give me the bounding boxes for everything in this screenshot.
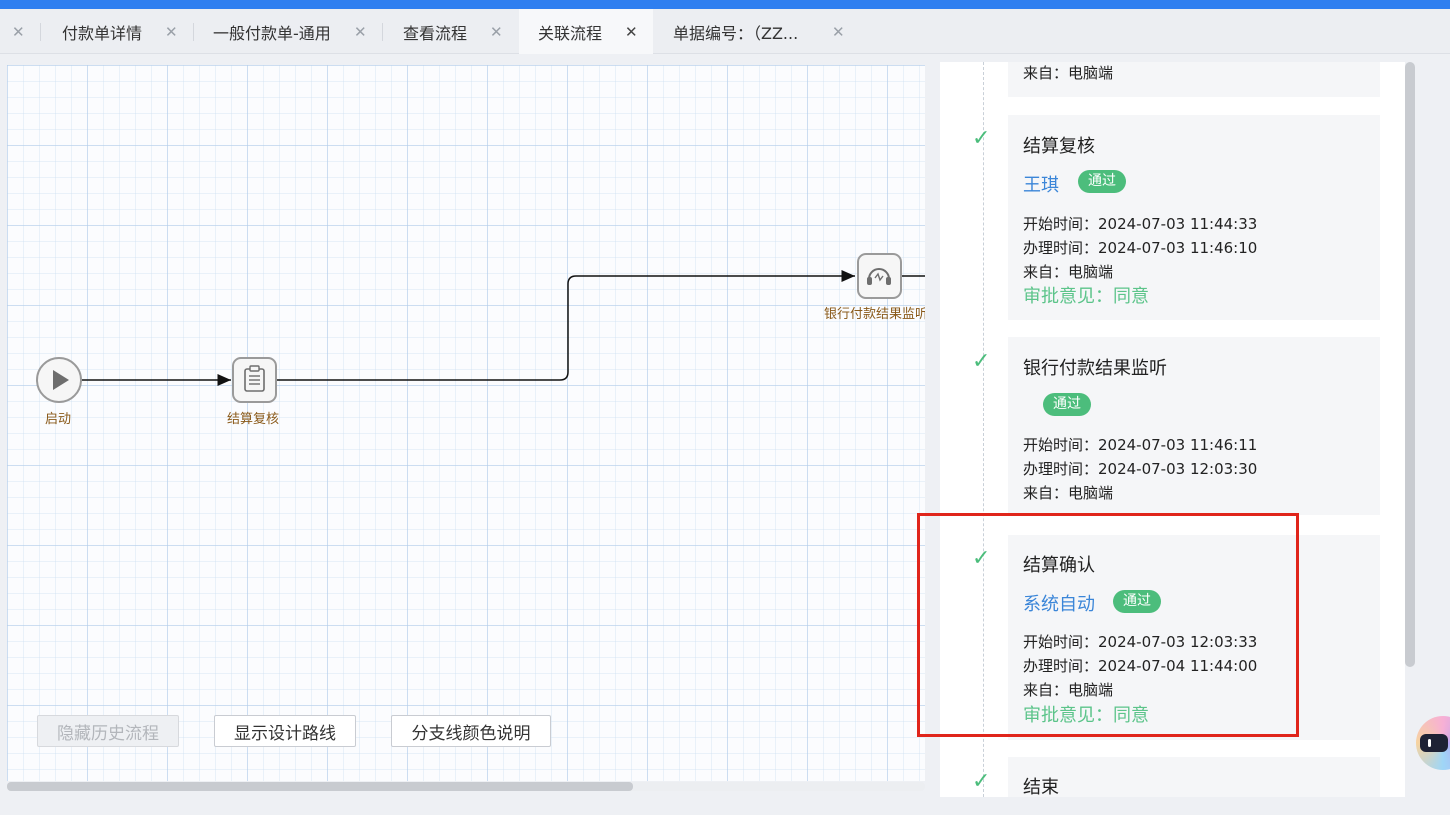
check-icon: ✓ [972, 546, 991, 571]
start-node[interactable] [36, 357, 82, 403]
close-icon[interactable]: ✕ [490, 23, 503, 41]
timeline-card-end: 结束 [1008, 757, 1380, 797]
status-badge: 通过 [1078, 170, 1126, 193]
horizontal-scrollbar[interactable] [7, 782, 925, 791]
card-from: 来自：电脑端 [1023, 263, 1114, 281]
flow-canvas[interactable]: 启动 结算复核 银行付款结果监听 隐藏历史流程 显示设计路线 分支线颜色说明 [7, 65, 925, 781]
assistant-float-button[interactable] [1416, 716, 1450, 770]
tab-separator [382, 23, 383, 41]
tab-separator [40, 23, 41, 41]
close-icon[interactable]: ✕ [12, 23, 25, 41]
card-from: 来自：电脑端 [1023, 681, 1114, 699]
card-from: 来自：电脑端 [1023, 64, 1114, 82]
status-badge: 通过 [1113, 590, 1161, 613]
tab-label: 查看流程 [403, 23, 468, 43]
close-icon[interactable]: ✕ [832, 23, 845, 41]
node-label-start: 启动 [45, 412, 72, 427]
close-icon[interactable]: ✕ [354, 23, 367, 41]
close-icon[interactable]: ✕ [625, 23, 638, 41]
card-user[interactable]: 王琪 [1023, 171, 1059, 197]
check-icon: ✓ [972, 349, 991, 374]
timeline-card-settle-confirm: 结算确认 系统自动 通过 开始时间：2024-07-03 12:03:33 办理… [1008, 535, 1380, 740]
card-title: 结算确认 [1023, 555, 1095, 576]
flow-diagram [36, 253, 925, 403]
card-title: 银行付款结果监听 [1023, 358, 1167, 379]
flow-edge [277, 270, 855, 381]
tab-label: 一般付款单-通用 [213, 23, 331, 43]
card-start-time: 开始时间：2024-07-03 11:44:33 [1023, 215, 1258, 233]
card-handle-time: 办理时间：2024-07-04 11:44:00 [1023, 657, 1258, 675]
card-start-time: 开始时间：2024-07-03 11:46:11 [1023, 436, 1258, 454]
card-from: 来自：电脑端 [1023, 484, 1114, 502]
timeline-card-partial: 来自：电脑端 [1008, 62, 1380, 97]
tab-label: 关联流程 [538, 23, 603, 43]
card-handle-time: 办理时间：2024-07-03 11:46:10 [1023, 239, 1258, 257]
tab-document-number[interactable]: 单据编号：（ZZ... ✕ [654, 9, 854, 54]
timeline-card-bank: 银行付款结果监听 通过 开始时间：2024-07-03 11:46:11 办理时… [1008, 337, 1380, 515]
approval-timeline-panel: 来自：电脑端 ✓ 结算复核 王琪 通过 开始时间：2024-07-03 11:4… [940, 62, 1405, 797]
tab-bar: ✕ 付款单详情 ✕ 一般付款单-通用 ✕ 查看流程 ✕ 关联流程 ✕ 单据编号：… [0, 9, 1450, 54]
vertical-scrollbar[interactable] [1405, 62, 1415, 667]
close-icon[interactable]: ✕ [165, 23, 178, 41]
tab-label: 单据编号：（ZZ... [673, 23, 799, 43]
card-start-time: 开始时间：2024-07-03 12:03:33 [1023, 633, 1258, 651]
check-icon: ✓ [972, 126, 991, 151]
timeline-line [983, 62, 984, 797]
assistant-icon [1420, 734, 1448, 752]
node-label-bank: 银行付款结果监听 [824, 307, 925, 322]
tab-general-payment[interactable]: 一般付款单-通用 ✕ [195, 9, 381, 54]
card-opinion: 审批意见：同意 [1023, 705, 1149, 726]
tab-label: 付款单详情 [62, 23, 143, 43]
card-title: 结算复核 [1023, 136, 1095, 157]
card-title: 结束 [1023, 777, 1059, 797]
tab-view-process[interactable]: 查看流程 ✕ [384, 9, 518, 54]
scrollbar-thumb[interactable] [7, 782, 633, 791]
card-handle-time: 办理时间：2024-07-03 12:03:30 [1023, 460, 1258, 478]
top-accent-bar [0, 0, 1450, 9]
tab-payment-detail[interactable]: 付款单详情 ✕ [44, 9, 192, 54]
tab-separator [193, 23, 194, 41]
bank-node-box[interactable] [857, 253, 902, 299]
node-label-review: 结算复核 [227, 412, 280, 427]
review-node[interactable] [232, 357, 277, 403]
hide-history-button[interactable]: 隐藏历史流程 [37, 715, 179, 747]
timeline-card-review: 结算复核 王琪 通过 开始时间：2024-07-03 11:44:33 办理时间… [1008, 115, 1380, 320]
card-user[interactable]: 系统自动 [1023, 590, 1095, 616]
show-design-route-button[interactable]: 显示设计路线 [214, 715, 356, 747]
bank-node[interactable] [857, 253, 902, 299]
card-opinion: 审批意见：同意 [1023, 286, 1149, 307]
status-badge: 通过 [1043, 393, 1091, 416]
check-icon: ✓ [972, 769, 991, 794]
tab-related-process[interactable]: 关联流程 ✕ [519, 9, 653, 54]
branch-color-legend-button[interactable]: 分支线颜色说明 [391, 715, 551, 747]
